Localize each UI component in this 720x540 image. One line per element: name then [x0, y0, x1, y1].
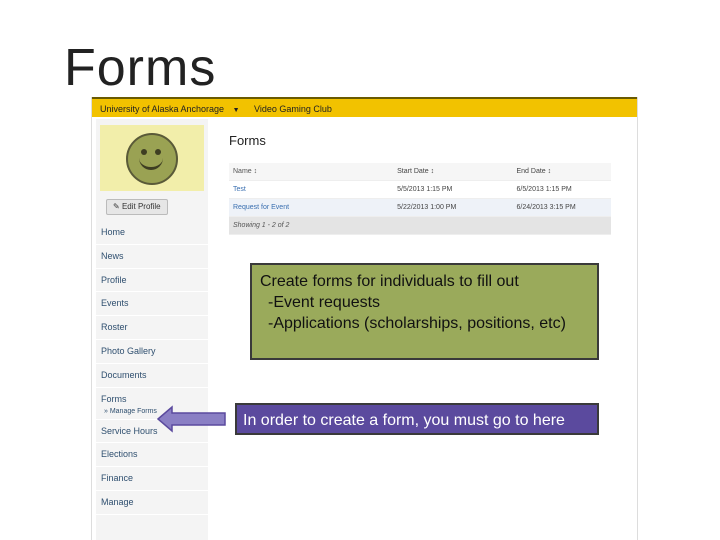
callout-manage-forms-hint: In order to create a form, you must go t… — [235, 403, 599, 435]
sidebar-item-photo-gallery[interactable]: Photo Gallery — [96, 340, 208, 364]
sidebar-item-profile[interactable]: Profile — [96, 269, 208, 293]
pencil-icon: ✎ — [113, 202, 120, 211]
sidebar-item-elections[interactable]: Elections — [96, 443, 208, 468]
top-navigation-bar: University of Alaska Anchorage ▼ Video G… — [92, 97, 637, 117]
sidebar-item-forms[interactable]: Forms — [96, 388, 208, 406]
sidebar-nav: Home News Profile Events Roster Photo Ga… — [96, 221, 208, 515]
forms-table: Name ↕ Start Date ↕ End Date ↕ Test 5/5/… — [229, 163, 611, 235]
table-row: Request for Event 5/22/2013 1:00 PM 6/24… — [229, 199, 611, 217]
sidebar: ✎ Edit Profile Home News Profile Events … — [96, 119, 208, 540]
form-link[interactable]: Request for Event — [229, 199, 397, 216]
callout-line: Create forms for individuals to fill out — [260, 273, 519, 290]
table-header: Name ↕ Start Date ↕ End Date ↕ — [229, 163, 611, 181]
form-link[interactable]: Test — [229, 181, 397, 198]
start-date-cell: 5/5/2013 1:15 PM — [397, 186, 453, 193]
start-date-cell: 5/22/2013 1:00 PM — [397, 204, 457, 211]
pagination-status: Showing 1 - 2 of 2 — [229, 217, 611, 235]
callout-line: -Applications (scholarships, positions, … — [268, 315, 566, 332]
sidebar-item-documents[interactable]: Documents — [96, 364, 208, 388]
callout-line: -Event requests — [268, 294, 381, 311]
sidebar-item-finance[interactable]: Finance — [96, 467, 208, 491]
sidebar-item-roster[interactable]: Roster — [96, 316, 208, 340]
caret-down-icon: ▼ — [232, 107, 240, 114]
sidebar-item-manage[interactable]: Manage — [96, 491, 208, 515]
sidebar-item-events[interactable]: Events — [96, 292, 208, 317]
end-date-cell: 6/24/2013 3:15 PM — [516, 204, 576, 211]
edit-profile-button[interactable]: ✎ Edit Profile — [106, 199, 168, 215]
end-date-cell: 6/5/2013 1:15 PM — [516, 186, 572, 193]
club-name[interactable]: Video Gaming Club — [254, 104, 332, 114]
sidebar-item-home[interactable]: Home — [96, 221, 208, 245]
column-header-end-date[interactable]: End Date ↕ — [517, 163, 612, 180]
smiley-face-icon — [126, 133, 178, 185]
left-arrow-icon — [157, 405, 226, 433]
table-row: Test 5/5/2013 1:15 PM 6/5/2013 1:15 PM — [229, 181, 611, 199]
column-header-name[interactable]: Name ↕ — [229, 163, 397, 180]
org-selector[interactable]: University of Alaska Anchorage ▼ — [100, 104, 246, 114]
callout-create-forms: Create forms for individuals to fill out… — [250, 263, 599, 360]
profile-picture — [100, 125, 204, 191]
sidebar-item-news[interactable]: News — [96, 245, 208, 269]
main-content: Forms — [222, 119, 617, 148]
page-title: Forms — [229, 133, 266, 148]
slide-title: Forms — [64, 39, 217, 97]
column-header-start-date[interactable]: Start Date ↕ — [397, 163, 516, 180]
